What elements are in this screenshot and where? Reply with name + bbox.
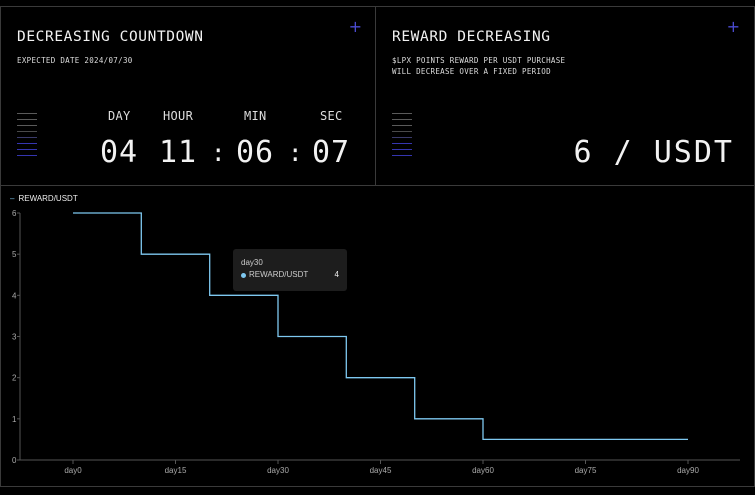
min-value: 06 [236, 135, 275, 170]
legend-label: REWARD/USDT [18, 194, 78, 203]
countdown-panel: DECREASING COUNTDOWN EXPECTED DATE 2024/… [0, 6, 376, 186]
min-label: MIN [244, 109, 267, 123]
time-separator: : [288, 139, 303, 167]
reward-per-usdt-value: 6 / USDT [573, 135, 734, 170]
reward-title: REWARD DECREASING [392, 29, 551, 45]
legend-line-icon: – [10, 194, 15, 203]
decorative-bars [17, 113, 37, 161]
tooltip-value: 4 [334, 270, 339, 279]
day-value: 04 [100, 135, 139, 170]
chart-legend[interactable]: – REWARD/USDT [10, 194, 78, 203]
hour-value: 11 [159, 135, 198, 170]
countdown-expected-date: EXPECTED DATE 2024/07/30 [17, 56, 133, 65]
plus-icon[interactable]: + [349, 17, 362, 36]
plus-icon[interactable]: + [727, 17, 740, 36]
chart-panel [0, 185, 755, 487]
reward-panel: REWARD DECREASING $LPX POINTS REWARD PER… [375, 6, 755, 186]
tooltip-series-dot [241, 273, 246, 278]
time-separator: : [211, 139, 226, 167]
chart-tooltip: day30 REWARD/USDT 4 [233, 249, 347, 291]
tooltip-series-name: REWARD/USDT [249, 270, 309, 279]
sec-label: SEC [320, 109, 343, 123]
decorative-bars [392, 113, 412, 161]
countdown-title: DECREASING COUNTDOWN [17, 29, 204, 45]
day-label: DAY [108, 109, 131, 123]
sec-value: 07 [312, 135, 351, 170]
hour-label: HOUR [163, 109, 194, 123]
reward-description: $LPX POINTS REWARD PER USDT PURCHASE WIL… [392, 56, 566, 76]
tooltip-x-label: day30 [241, 258, 263, 267]
